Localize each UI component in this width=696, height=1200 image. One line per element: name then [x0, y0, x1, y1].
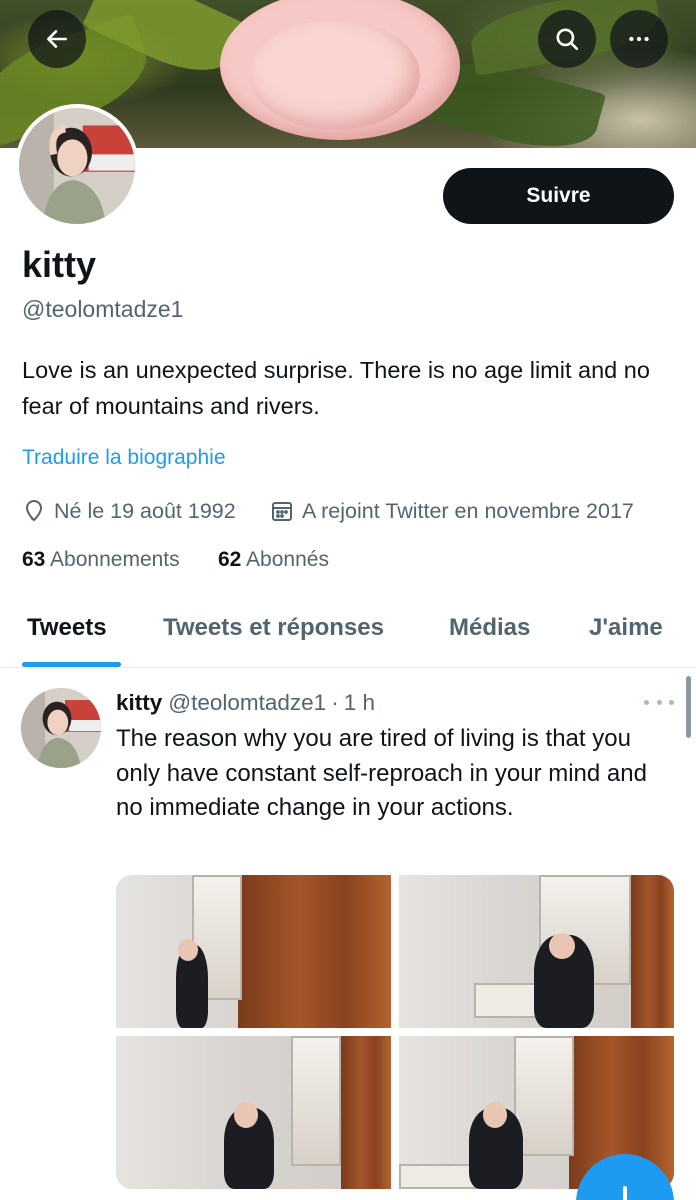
tab-tweets[interactable]: Tweets: [27, 614, 107, 642]
profile-handle: @teolomtadze1: [22, 296, 184, 322]
more-options-button[interactable]: [610, 10, 668, 68]
tweet-timestamp[interactable]: 1 h: [344, 690, 375, 716]
tweet-avatar-image: [21, 688, 101, 768]
tweet-separator: ·: [331, 690, 339, 715]
tweet-photo-2[interactable]: [399, 875, 674, 1028]
more-horizontal-icon: [629, 36, 649, 42]
dot: [656, 699, 662, 705]
tab-tweets-and-replies[interactable]: Tweets et réponses: [163, 614, 384, 642]
followers-count: 62: [218, 548, 242, 571]
scrollbar[interactable]: [686, 676, 691, 738]
following-link[interactable]: 63 Abonnements: [22, 548, 180, 572]
search-button[interactable]: [538, 10, 596, 68]
followers-link[interactable]: 62 Abonnés: [218, 548, 329, 572]
following-count: 63: [22, 548, 46, 571]
dot: [669, 699, 674, 705]
profile-bio: Love is an unexpected surprise. There is…: [22, 357, 650, 419]
profile-avatar[interactable]: [15, 104, 139, 228]
tweet-more-button[interactable]: [644, 690, 674, 714]
tweet-author-name[interactable]: kitty: [116, 690, 162, 716]
tweet-header: kitty @teolomtadze1 · 1 h: [116, 688, 375, 718]
tweet-photo-3[interactable]: [116, 1036, 391, 1189]
avatar-image: [19, 108, 135, 224]
back-button[interactable]: [28, 10, 86, 68]
birth-date: Né le 19 août 1992: [22, 496, 236, 526]
tweet-media-grid: [116, 875, 674, 1189]
followers-label: Abonnés: [246, 548, 329, 571]
arrow-left-icon: [47, 30, 67, 48]
tweet-author-handle[interactable]: @teolomtadze1: [168, 690, 326, 716]
tab-likes[interactable]: J'aime: [589, 614, 663, 642]
calendar-icon: [272, 502, 292, 521]
following-label: Abonnements: [50, 548, 180, 571]
follow-button[interactable]: Suivre: [443, 168, 674, 224]
plus-icon: [623, 1186, 627, 1200]
profile-name: kitty: [22, 244, 97, 285]
location-pin-icon: [25, 500, 43, 522]
tweet-photo-1[interactable]: [116, 875, 391, 1028]
tab-media[interactable]: Médias: [449, 614, 530, 642]
profile-tabs: Tweets Tweets et réponses Médias J'aime: [0, 600, 696, 668]
tweet-avatar[interactable]: [21, 688, 101, 768]
translate-bio-link[interactable]: Traduire la biographie: [22, 446, 226, 470]
search-icon: [556, 28, 579, 51]
joined-date-text: A rejoint Twitter en novembre 2017: [302, 498, 634, 523]
birth-date-text: Né le 19 août 1992: [54, 498, 236, 523]
joined-date: A rejoint Twitter en novembre 2017: [270, 496, 634, 526]
dot: [644, 699, 649, 705]
tweet-text: The reason why you are tired of living i…: [116, 725, 647, 821]
active-tab-indicator: [22, 662, 121, 667]
